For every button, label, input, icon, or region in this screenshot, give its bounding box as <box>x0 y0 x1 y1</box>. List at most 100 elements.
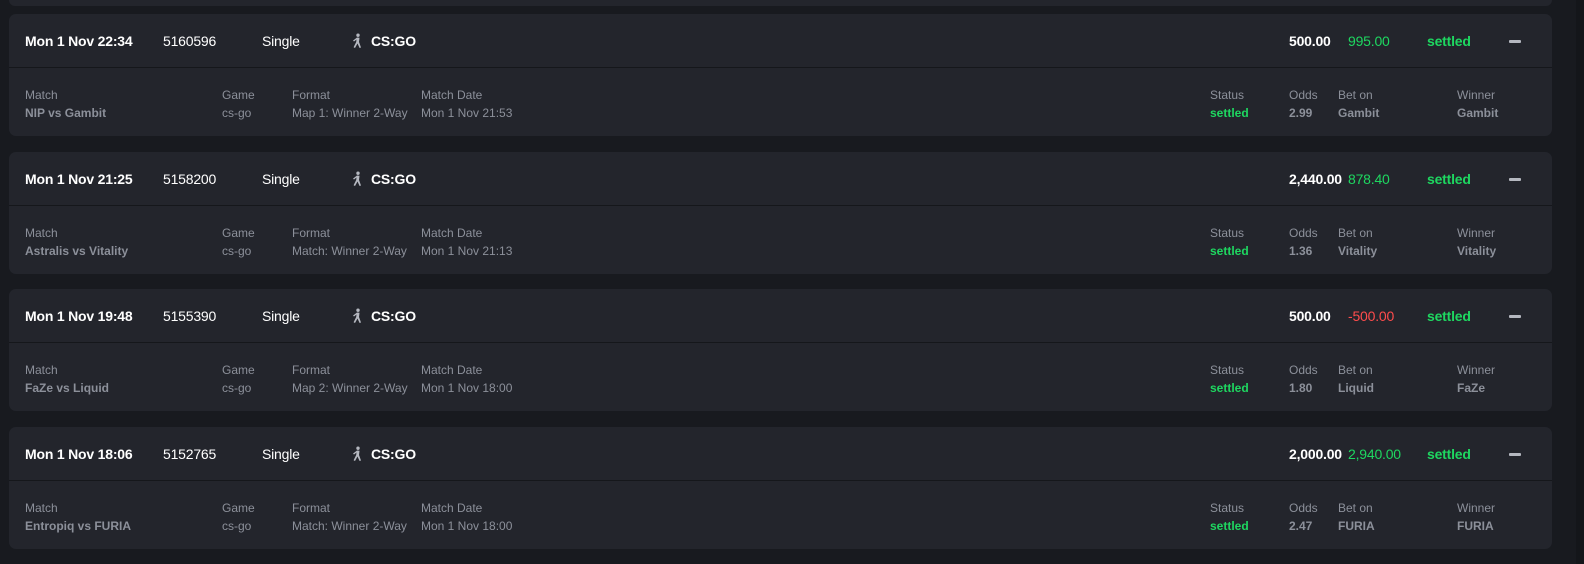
bet-card: Mon 1 Nov 18:06 5152765 Single CS:GO 2,0… <box>9 426 1552 549</box>
bet-payout: 2,940.00 <box>1348 445 1401 462</box>
bet-stake: 2,440.00 <box>1289 170 1342 187</box>
odds-label: Odds <box>1289 500 1318 515</box>
status-label: Status <box>1210 500 1245 515</box>
format-value: Map 2: Winner 2-Way <box>292 381 408 395</box>
bet-date: Mon 1 Nov 21:25 <box>25 170 133 187</box>
bet-card: Mon 1 Nov 22:34 5160596 Single CS:GO 500… <box>9 14 1552 136</box>
bet-status: settled <box>1427 445 1471 462</box>
match-date-value: Mon 1 Nov 18:00 <box>421 518 513 533</box>
bet-card: Mon 1 Nov 19:48 5155390 Single CS:GO 500… <box>9 289 1552 411</box>
bet-date: Mon 1 Nov 22:34 <box>25 33 133 49</box>
odds-value: 1.80 <box>1289 381 1313 395</box>
bet-date: Mon 1 Nov 19:48 <box>25 308 133 324</box>
player-icon <box>353 33 361 48</box>
match-date-label: Match Date <box>421 88 483 102</box>
bet-id: 5158200 <box>163 170 217 187</box>
bet-card-header[interactable]: Mon 1 Nov 21:25 5158200 Single CS:GO 2,4… <box>9 152 1552 206</box>
bet-type: Single <box>262 33 300 49</box>
match-value: NIP vs Gambit <box>25 106 107 120</box>
collapse-icon[interactable] <box>1509 177 1521 181</box>
previous-bet-card-edge <box>9 0 1552 6</box>
match-value: Astralis vs Vitality <box>25 243 129 258</box>
collapse-icon[interactable] <box>1509 452 1521 456</box>
match-label: Match <box>25 363 58 377</box>
bet-payout: -500.00 <box>1348 308 1395 324</box>
bet-id: 5152765 <box>163 445 217 462</box>
game-value: cs-go <box>222 243 252 258</box>
match-date-label: Match Date <box>421 363 483 377</box>
format-label: Format <box>292 363 331 377</box>
bet-on-label: Bet on <box>1338 363 1373 377</box>
winner-label: Winner <box>1457 363 1496 377</box>
status-value: settled <box>1210 243 1249 258</box>
bet-card-header[interactable]: Mon 1 Nov 19:48 5155390 Single CS:GO 500… <box>9 289 1552 343</box>
collapse-icon[interactable] <box>1509 315 1521 318</box>
winner-label: Winner <box>1457 500 1496 515</box>
bet-card-details: Match Astralis vs Vitality Game cs-go Fo… <box>9 206 1552 274</box>
bet-stake: 500.00 <box>1289 33 1331 49</box>
odds-label: Odds <box>1289 88 1318 102</box>
format-value: Match: Winner 2-Way <box>292 518 407 533</box>
status-value: settled <box>1210 518 1249 533</box>
player-icon <box>353 171 361 186</box>
odds-value: 1.36 <box>1289 243 1313 258</box>
bet-on-value: Vitality <box>1338 243 1378 258</box>
sport-name: CS:GO <box>371 445 416 462</box>
bet-stake: 2,000.00 <box>1289 445 1342 462</box>
bet-on-label: Bet on <box>1338 225 1373 240</box>
bet-id: 5155390 <box>163 308 217 324</box>
bet-id: 5160596 <box>163 33 217 49</box>
match-label: Match <box>25 88 58 102</box>
bet-card-details: Match Entropiq vs FURIA Game cs-go Forma… <box>9 481 1552 549</box>
game-label: Game <box>222 500 255 515</box>
odds-value: 2.47 <box>1289 518 1313 533</box>
status-label: Status <box>1210 88 1245 102</box>
format-label: Format <box>292 500 331 515</box>
status-value: settled <box>1210 106 1249 120</box>
match-date-label: Match Date <box>421 225 483 240</box>
bet-card: Mon 1 Nov 21:25 5158200 Single CS:GO 2,4… <box>9 151 1552 274</box>
winner-value: FURIA <box>1457 518 1494 533</box>
player-icon <box>353 446 361 461</box>
format-value: Match: Winner 2-Way <box>292 243 407 258</box>
bet-date: Mon 1 Nov 18:06 <box>25 445 133 462</box>
bet-type: Single <box>262 308 300 324</box>
bet-status: settled <box>1427 170 1471 187</box>
status-label: Status <box>1210 225 1245 240</box>
winner-value: Gambit <box>1457 106 1499 120</box>
winner-label: Winner <box>1457 88 1496 102</box>
sport-name: CS:GO <box>371 33 416 49</box>
winner-label: Winner <box>1457 225 1496 240</box>
bet-payout: 878.40 <box>1348 170 1390 187</box>
bet-on-label: Bet on <box>1338 500 1373 515</box>
match-label: Match <box>25 225 58 240</box>
odds-label: Odds <box>1289 363 1318 377</box>
bet-on-label: Bet on <box>1338 88 1373 102</box>
sport-name: CS:GO <box>371 308 416 324</box>
collapse-icon[interactable] <box>1509 40 1521 43</box>
match-date-value: Mon 1 Nov 18:00 <box>421 381 513 395</box>
player-icon <box>353 308 361 323</box>
bet-on-value: Liquid <box>1338 381 1374 395</box>
odds-label: Odds <box>1289 225 1318 240</box>
bet-payout: 995.00 <box>1348 33 1390 49</box>
bet-card-header[interactable]: Mon 1 Nov 18:06 5152765 Single CS:GO 2,0… <box>9 427 1552 481</box>
bet-list: Mon 1 Nov 22:34 5160596 Single CS:GO 500… <box>9 0 1552 564</box>
bet-card-header[interactable]: Mon 1 Nov 22:34 5160596 Single CS:GO 500… <box>9 14 1552 68</box>
winner-value: FaZe <box>1457 381 1486 395</box>
match-label: Match <box>25 500 58 515</box>
status-label: Status <box>1210 363 1245 377</box>
game-value: cs-go <box>222 518 252 533</box>
match-value: FaZe vs Liquid <box>25 381 110 395</box>
format-value: Map 1: Winner 2-Way <box>292 106 408 120</box>
game-label: Game <box>222 88 255 102</box>
format-label: Format <box>292 225 331 240</box>
match-date-label: Match Date <box>421 500 483 515</box>
bet-type: Single <box>262 170 300 187</box>
scrollbar[interactable] <box>1576 0 1584 564</box>
odds-value: 2.99 <box>1289 106 1313 120</box>
bet-status: settled <box>1427 308 1471 324</box>
bet-on-value: FURIA <box>1338 518 1375 533</box>
game-value: cs-go <box>222 381 252 395</box>
bet-stake: 500.00 <box>1289 308 1331 324</box>
